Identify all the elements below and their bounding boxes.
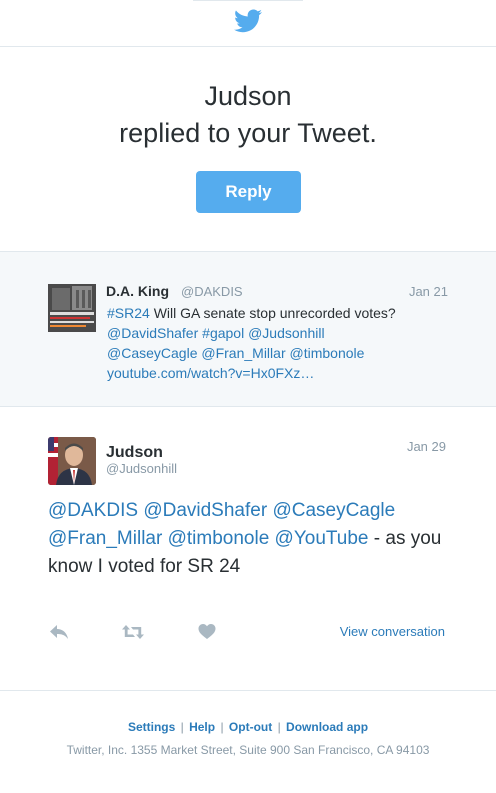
avatar-image [48,437,96,485]
tweet-link[interactable]: @YouTube [275,528,369,549]
tweet-link[interactable]: @DavidShafer [107,325,198,341]
avatar-image [48,284,96,332]
tweet-link[interactable]: @DavidShafer [143,500,267,521]
tweet-date[interactable]: Jan 29 [407,439,446,454]
tweet-link[interactable]: @DAKDIS [48,500,138,521]
tweet-text: #SR24 Will GA senate stop unrecorded vot… [107,303,412,383]
avatar[interactable] [48,284,96,332]
view-conversation-link[interactable]: View conversation [340,624,445,639]
tweet-link[interactable]: @timbonole [168,528,270,549]
footer-divider [0,690,496,691]
reply-button[interactable]: Reply [196,171,301,213]
tweet-date[interactable]: Jan 21 [409,284,448,299]
tweet-link[interactable]: #gapol [202,325,244,341]
tweet-link[interactable]: @Judsonhill [248,325,324,341]
footer-separator: | [277,720,281,734]
tweet-link[interactable]: @Fran_Millar [48,528,162,549]
original-tweet: D.A. King @DAKDIS Jan 21 #SR24 Will GA s… [0,251,496,407]
settings-link[interactable]: Settings [128,720,175,734]
tweet-link[interactable]: #SR24 [107,305,150,321]
notification-action: replied to your Tweet. [119,118,377,148]
notification-actor: Judson [204,81,292,111]
footer-separator: | [220,720,224,734]
footer-separator: | [180,720,184,734]
opt-out-link[interactable]: Opt-out [229,720,272,734]
help-link[interactable]: Help [189,720,215,734]
notification-headline: Judson replied to your Tweet. [0,78,496,152]
author-name[interactable]: D.A. King [106,283,169,299]
company-address: Twitter, Inc. 1355 Market Street, Suite … [66,743,430,757]
tweet-text: @DAKDIS @DavidShafer @CaseyCagle @Fran_M… [48,497,458,581]
download-app-link[interactable]: Download app [286,720,368,734]
footer-links: Settings | Help | Opt-out | Download app [0,720,496,734]
tweet-link[interactable]: youtube.com/watch?v=Hx0FXz… [107,365,314,381]
header-rule [193,0,303,1]
heart-icon[interactable] [198,622,216,642]
tweet-link[interactable]: @Fran_Millar [201,345,285,361]
author-name[interactable]: Judson [106,444,163,462]
avatar[interactable] [48,437,96,485]
tweet-text-segment: Will GA senate stop unrecorded votes? [149,305,396,321]
author-handle[interactable]: @Judsonhill [106,461,177,476]
reply-icon[interactable] [48,622,70,642]
email-header [0,0,496,47]
tweet-link[interactable]: @CaseyCagle [272,500,395,521]
twitter-bird-icon[interactable] [234,9,262,33]
tweet-actions: View conversation [0,622,496,644]
retweet-icon[interactable] [121,622,145,642]
tweet-link[interactable]: @CaseyCagle [107,345,197,361]
author-handle[interactable]: @DAKDIS [181,284,243,299]
tweet-link[interactable]: @timbonole [290,345,365,361]
